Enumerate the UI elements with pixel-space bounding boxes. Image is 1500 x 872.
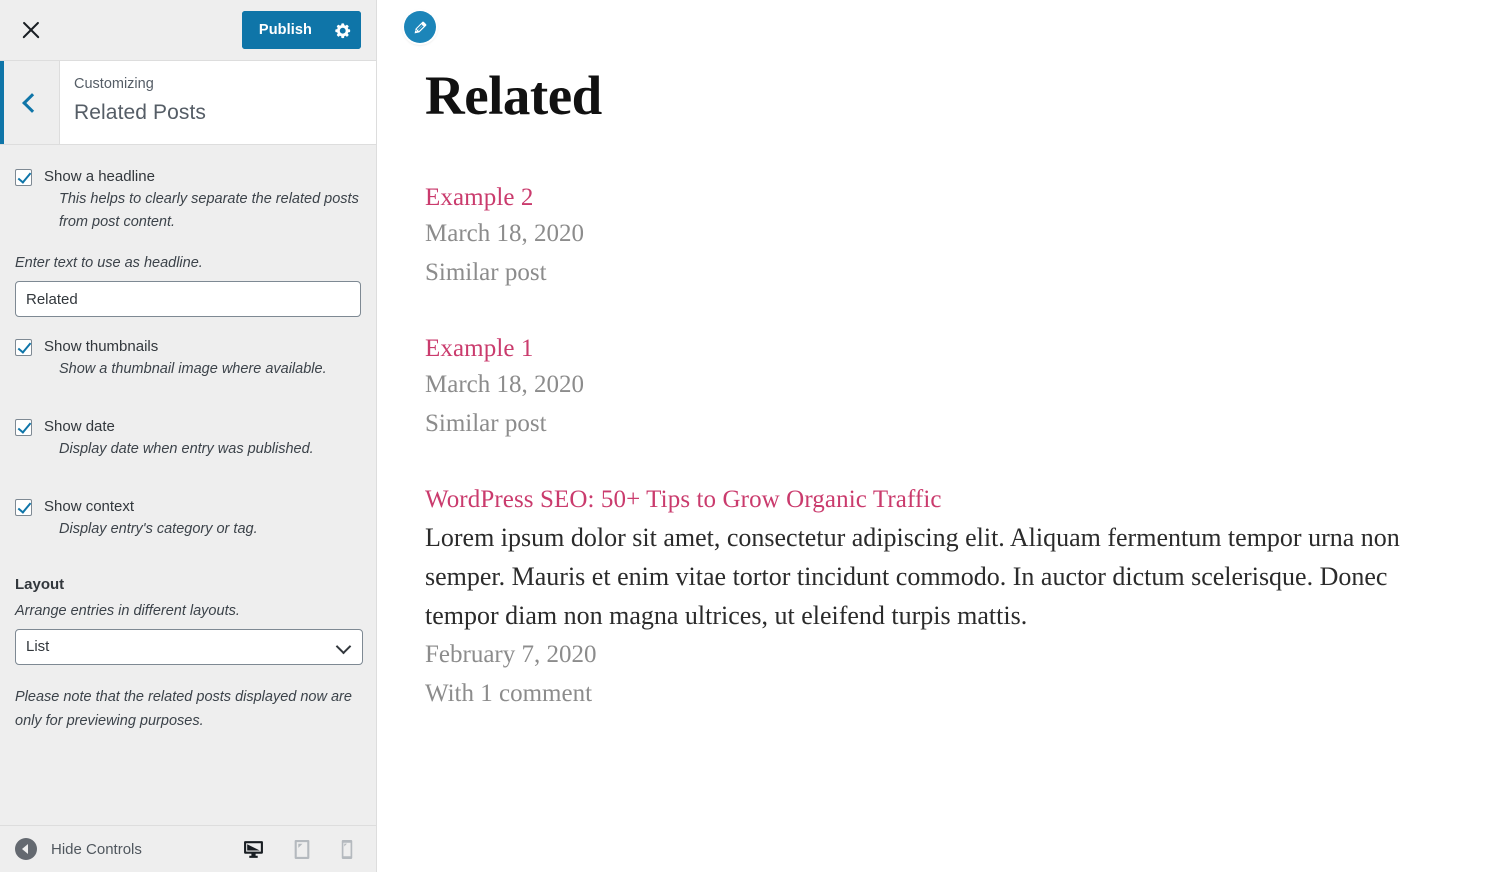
layout-select[interactable]: List <box>15 629 363 665</box>
preview-footnote: Please note that the related posts displ… <box>15 689 352 729</box>
related-headline: Related <box>425 65 602 126</box>
desktop-icon[interactable] <box>243 839 264 860</box>
show-headline-checkbox[interactable] <box>15 169 32 186</box>
close-customizer-button[interactable] <box>0 0 61 60</box>
show-date-label: Show date <box>44 418 115 435</box>
customizer-sidebar: Publish Customizing Related Posts Show a… <box>0 0 377 872</box>
publish-button-group: Publish <box>241 11 361 49</box>
headline-text-label: Enter text to use as headline. <box>15 255 203 271</box>
related-post-date: February 7, 2020 <box>425 641 597 668</box>
pencil-icon <box>414 21 426 33</box>
related-post-item: WordPress SEO: 50+ Tips to Grow Organic … <box>425 483 1500 713</box>
show-headline-checkbox-row[interactable]: Show a headline <box>15 167 361 187</box>
show-thumbnails-checkbox[interactable] <box>15 339 32 356</box>
customizer-footer: Hide Controls <box>0 825 376 872</box>
show-headline-label: Show a headline <box>44 168 155 185</box>
show-thumbnails-description: Show a thumbnail image where available. <box>59 361 327 377</box>
related-post-excerpt: Lorem ipsum dolor sit amet, consectetur … <box>425 523 1400 630</box>
controls-list: Show a headline This helps to clearly se… <box>0 145 376 849</box>
customizer-header: Publish <box>0 0 376 60</box>
related-post-title-link[interactable]: Example 1 <box>425 332 534 365</box>
control-headline-text: Enter text to use as headline. <box>15 252 361 317</box>
related-post-context: Similar post <box>425 410 547 437</box>
show-headline-description: This helps to clearly separate the relat… <box>59 191 359 230</box>
control-show-headline: Show a headline This helps to clearly se… <box>15 167 361 234</box>
control-layout: Layout Arrange entries in different layo… <box>15 574 363 665</box>
show-context-description: Display entry's category or tag. <box>59 521 258 537</box>
show-thumbnails-checkbox-row[interactable]: Show thumbnails <box>15 337 361 357</box>
gear-icon <box>335 22 351 38</box>
related-post-date: March 18, 2020 <box>425 371 584 398</box>
page-title: Related Posts <box>74 101 207 124</box>
chevron-left-icon <box>21 92 42 113</box>
hide-controls-button[interactable]: Hide Controls <box>15 838 142 860</box>
mobile-icon[interactable] <box>340 839 354 860</box>
control-show-date: Show date Display date when entry was pu… <box>15 417 361 461</box>
control-show-context: Show context Display entry's category or… <box>15 497 361 541</box>
layout-description: Arrange entries in different layouts. <box>15 603 240 619</box>
publish-button[interactable]: Publish <box>241 11 324 49</box>
site-preview: Related Example 2 March 18, 2020 Similar… <box>377 0 1500 872</box>
collapse-icon <box>15 838 37 860</box>
headline-text-input[interactable] <box>15 281 361 317</box>
customizer-screen: Publish Customizing Related Posts Show a… <box>0 0 1500 872</box>
close-icon <box>20 19 42 41</box>
customizing-label: Customizing <box>74 76 154 92</box>
publish-settings-button[interactable] <box>324 11 361 49</box>
layout-select-wrap: List <box>15 629 363 665</box>
related-post-date: March 18, 2020 <box>425 220 584 247</box>
show-date-description: Display date when entry was published. <box>59 441 314 457</box>
control-show-thumbnails: Show thumbnails Show a thumbnail image w… <box>15 337 361 381</box>
edit-shortcut-button[interactable] <box>404 11 436 43</box>
related-post-title-link[interactable]: WordPress SEO: 50+ Tips to Grow Organic … <box>425 483 942 516</box>
show-date-checkbox-row[interactable]: Show date <box>15 417 361 437</box>
panel-header: Customizing Related Posts <box>0 60 376 145</box>
related-post-context: With 1 comment <box>425 680 593 707</box>
show-context-checkbox[interactable] <box>15 499 32 516</box>
device-preview-switcher <box>243 839 376 860</box>
panel-back-button[interactable] <box>0 61 60 144</box>
show-context-checkbox-row[interactable]: Show context <box>15 497 361 517</box>
related-post-item: Example 1 March 18, 2020 Similar post <box>425 332 1500 443</box>
related-post-title-link[interactable]: Example 2 <box>425 181 534 214</box>
related-posts-list: Example 2 March 18, 2020 Similar post Ex… <box>425 181 1500 713</box>
preview-content: Related Example 2 March 18, 2020 Similar… <box>377 0 1500 713</box>
tablet-icon[interactable] <box>293 839 311 860</box>
show-date-checkbox[interactable] <box>15 419 32 436</box>
related-post-item: Example 2 March 18, 2020 Similar post <box>425 181 1500 292</box>
show-context-label: Show context <box>44 498 135 515</box>
hide-controls-label: Hide Controls <box>51 840 142 858</box>
panel-title-block: Customizing Related Posts <box>60 61 376 144</box>
related-post-context: Similar post <box>425 259 547 286</box>
show-thumbnails-label: Show thumbnails <box>44 338 159 355</box>
layout-title: Layout <box>15 576 65 593</box>
